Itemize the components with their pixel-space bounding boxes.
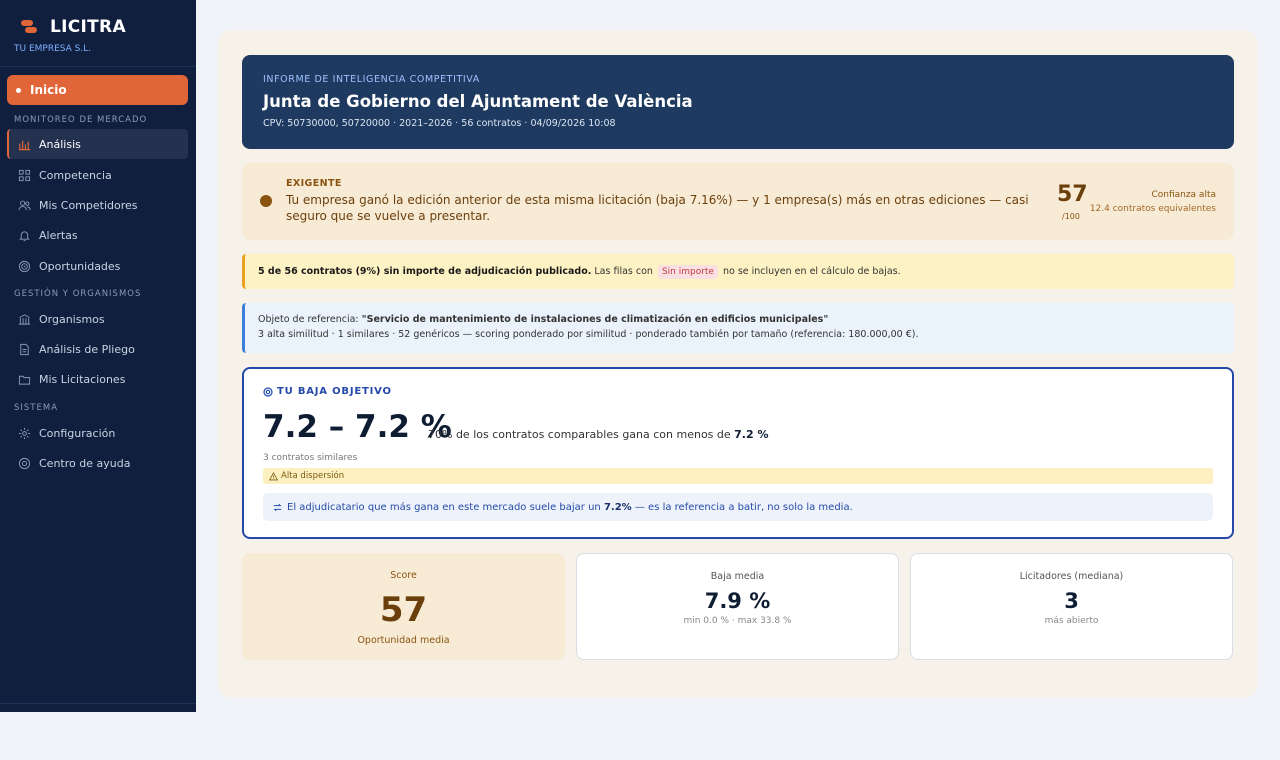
grid-icon: [18, 169, 31, 182]
status-dot-icon: [260, 195, 272, 207]
sidebar: LICITRA TU EMPRESA S.L. Inicio MONITOREO…: [0, 0, 196, 712]
bar-chart-icon: [18, 138, 31, 151]
sidebar-item-label: Alertas: [39, 228, 78, 242]
confidence-label: Confianza alta: [1151, 190, 1216, 200]
sidebar-item-label: Organismos: [39, 312, 105, 326]
sidebar-item-centro-ayuda[interactable]: Centro de ayuda: [7, 448, 188, 478]
document-icon: [18, 343, 31, 356]
dispersion-label: Alta dispersión: [281, 471, 345, 481]
card-value: 3: [1064, 589, 1079, 613]
brand[interactable]: LICITRA: [20, 17, 126, 37]
target-description: 70% de los contratos comparables gana co…: [428, 428, 769, 441]
sidebar-item-label: Oportunidades: [39, 259, 121, 273]
target-desc-value: 7.2 %: [734, 428, 769, 441]
card-sub: min 0.0 % · max 33.8 %: [683, 616, 792, 626]
sidebar-item-analisis[interactable]: Análisis: [7, 129, 188, 159]
bell-icon: [18, 229, 31, 242]
card-label: Score: [390, 570, 417, 581]
help-icon: [18, 457, 31, 470]
target-icon: [18, 260, 31, 273]
warning-bold: 5 de 56 contratos (9%) sin importe de ad…: [258, 266, 592, 277]
dot-icon: [16, 87, 21, 93]
sidebar-item-competencia[interactable]: Competencia: [7, 160, 188, 190]
target-icon: [263, 386, 273, 397]
winner-note-prefix: El adjudicatario que más gana en este me…: [287, 501, 601, 513]
sidebar-item-label: Configuración: [39, 426, 116, 440]
target-heading-label: TU BAJA OBJETIVO: [277, 386, 392, 397]
target-desc-prefix: 70% de los contratos comparables gana co…: [428, 428, 731, 441]
sidebar-item-inicio[interactable]: Inicio: [7, 75, 188, 105]
sidebar-item-label: Competencia: [39, 168, 112, 182]
reference-object-title: "Servicio de mantenimiento de instalacio…: [361, 314, 829, 325]
report-meta: CPV: 50730000, 50720000 · 2021–2026 · 56…: [263, 118, 616, 129]
section-label-management: GESTIÓN Y ORGANISMOS: [14, 289, 142, 299]
page-title: Junta de Gobierno del Ajuntament de Valè…: [263, 92, 693, 111]
average-discount-card: Baja media 7.9 % min 0.0 % · max 33.8 %: [576, 553, 899, 660]
target-range: 7.2 – 7.2 %: [263, 409, 452, 445]
warning-text: Las filas con: [594, 266, 653, 277]
sidebar-item-label: Inicio: [30, 83, 67, 97]
licitra-logo-icon: [20, 18, 38, 36]
missing-amount-warning: 5 de 56 contratos (9%) sin importe de ad…: [242, 254, 1234, 289]
warning-icon: [269, 471, 278, 480]
section-label-market: MONITOREO DE MERCADO: [14, 115, 148, 125]
report-header: INFORME DE INTELIGENCIA COMPETITIVA Junt…: [242, 55, 1234, 149]
report-kicker: INFORME DE INTELIGENCIA COMPETITIVA: [263, 74, 480, 85]
card-label: Baja media: [710, 571, 765, 582]
sidebar-item-label: Mis Licitaciones: [39, 372, 126, 386]
competition-alert: EXIGENTE Tu empresa ganó la edición ante…: [242, 163, 1234, 240]
sidebar-item-mis-licitaciones[interactable]: Mis Licitaciones: [7, 364, 188, 394]
app-name: LICITRA: [50, 17, 126, 37]
sidebar-item-analisis-pliego[interactable]: Análisis de Pliego: [7, 334, 188, 364]
folder-icon: [18, 373, 31, 386]
sidebar-item-oportunidades[interactable]: Oportunidades: [7, 251, 188, 281]
sidebar-item-label: Análisis de Pliego: [39, 342, 135, 356]
reference-detail: 3 alta similitud · 1 similares · 52 gené…: [258, 329, 919, 340]
dispersion-badge: Alta dispersión: [263, 468, 1213, 484]
equivalent-contracts: 12.4 contratos equivalentes: [1089, 204, 1216, 214]
sidebar-item-label: Mis Competidores: [39, 198, 138, 212]
similar-contracts: 3 contratos similares: [263, 453, 358, 463]
card-label: Licitadores (mediana): [1019, 571, 1124, 582]
target-heading: TU BAJA OBJETIVO: [263, 386, 392, 397]
alert-score-max: /100: [1062, 212, 1080, 221]
card-value: 7.9 %: [704, 589, 771, 613]
sin-importe-badge: Sin importe: [657, 264, 718, 279]
section-label-system: SISTEMA: [14, 403, 59, 413]
repeat-icon: [273, 503, 282, 511]
sidebar-item-alertas[interactable]: Alertas: [7, 220, 188, 250]
reference-label: Objeto de referencia:: [258, 314, 359, 325]
winner-note-suffix: — es la referencia a batir, no solo la m…: [634, 501, 853, 513]
card-sub: más abierto: [1044, 616, 1099, 626]
company-name: TU EMPRESA S.L.: [14, 44, 92, 54]
card-sub: Oportunidad media: [357, 635, 450, 646]
sidebar-item-label: Centro de ayuda: [39, 456, 131, 470]
sidebar-item-label: Análisis: [39, 137, 81, 151]
target-discount-card: TU BAJA OBJETIVO 7.2 – 7.2 % 70% de los …: [242, 367, 1234, 539]
reference-object: Objeto de referencia: "Servicio de mante…: [242, 303, 1234, 353]
winner-note: El adjudicatario que más gana en este me…: [263, 493, 1213, 521]
sidebar-bottom-divider: [0, 703, 196, 704]
winner-note-value: 7.2%: [603, 501, 632, 513]
bidders-card: Licitadores (mediana) 3 más abierto: [910, 553, 1233, 660]
alert-text: Tu empresa ganó la edición anterior de e…: [286, 193, 1029, 223]
card-value: 57: [379, 590, 428, 630]
score-card: Score 57 Oportunidad media: [242, 553, 565, 660]
sidebar-item-organismos[interactable]: Organismos: [7, 304, 188, 334]
alert-score: 57: [1057, 182, 1088, 207]
sidebar-divider: [0, 66, 196, 67]
warning-text-end: no se incluyen en el cálculo de bajas.: [722, 266, 901, 277]
building-icon: [18, 313, 31, 326]
alert-tag: EXIGENTE: [286, 178, 342, 189]
sidebar-item-configuracion[interactable]: Configuración: [7, 418, 188, 448]
gear-icon: [18, 427, 31, 440]
users-icon: [18, 199, 31, 212]
sidebar-item-mis-competidores[interactable]: Mis Competidores: [7, 190, 188, 220]
